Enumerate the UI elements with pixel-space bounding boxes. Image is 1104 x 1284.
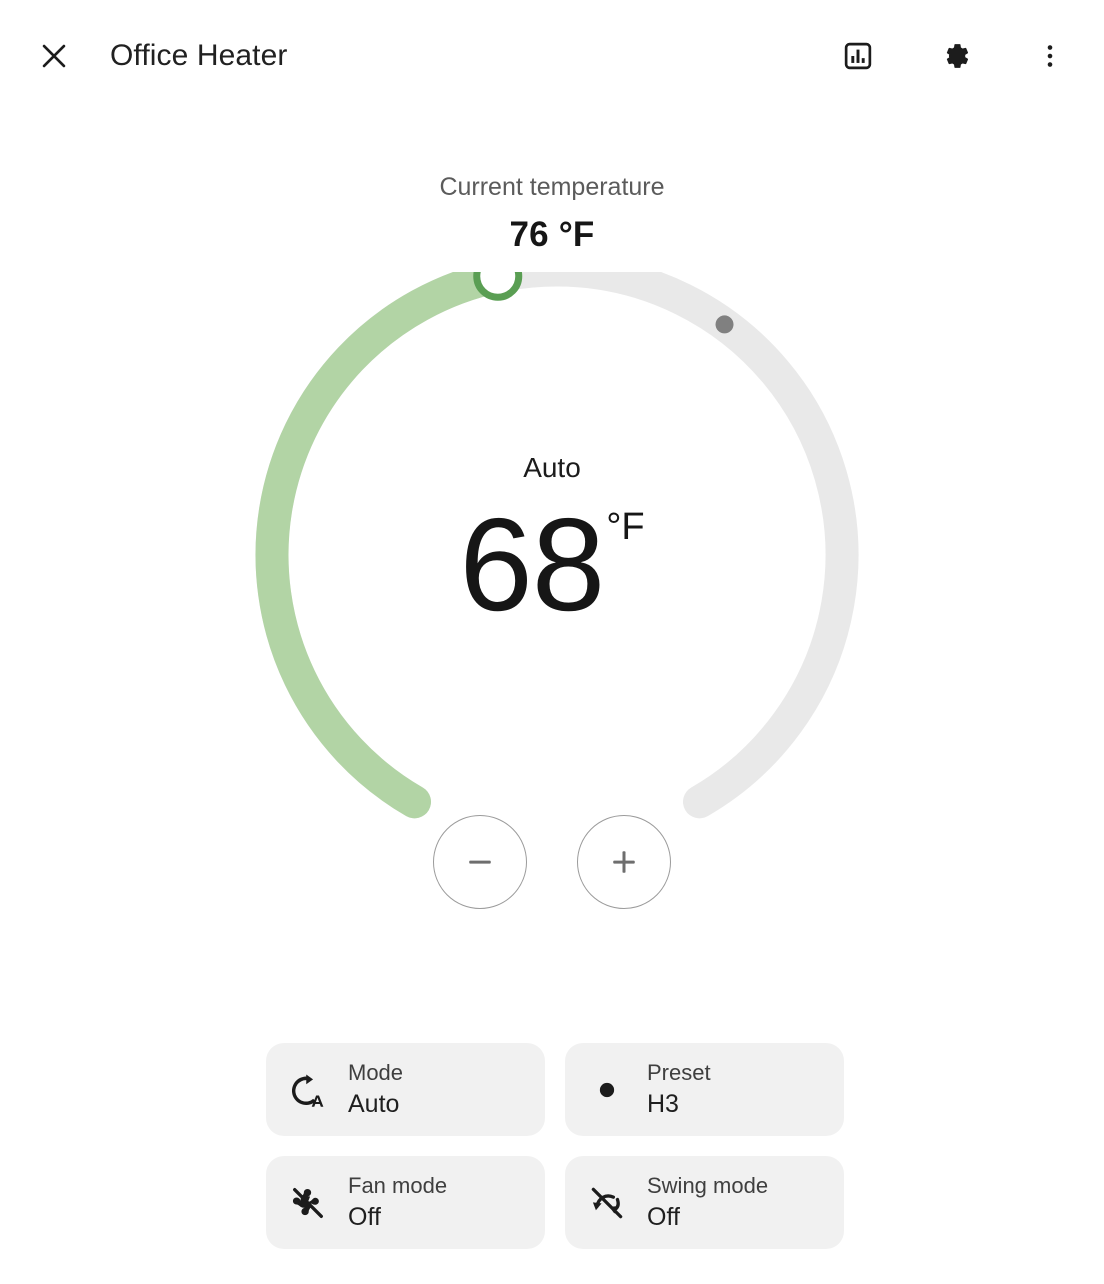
dial-active-arc [255,272,515,819]
control-chips: Mode Auto Preset H3 Fan mode Off Swing m… [266,1043,844,1249]
mode-chip[interactable]: Mode Auto [266,1043,545,1136]
swing-mode-chip[interactable]: Swing mode Off [565,1156,844,1249]
thermostat-dial[interactable]: Auto 68 °F [0,272,1104,909]
gear-icon [946,44,969,68]
swing-mode-chip-text: Swing mode Off [647,1173,768,1232]
fan-mode-chip-text: Fan mode Off [348,1173,447,1232]
preset-chip[interactable]: Preset H3 [565,1043,844,1136]
close-icon [42,44,66,68]
dial-svg [255,272,859,819]
current-temperature-block: Current temperature 76 °F [0,173,1104,254]
plus-icon [613,851,635,873]
preset-chip-value: H3 [647,1089,679,1118]
target-temperature-handle[interactable] [473,272,523,301]
history-button[interactable] [832,30,884,82]
mode-chip-value: Auto [348,1089,400,1118]
dialog-header: Office Heater [0,0,1104,112]
fan-off-icon [288,1183,328,1223]
fan-mode-chip[interactable]: Fan mode Off [266,1156,545,1249]
swing-mode-chip-value: Off [647,1202,680,1231]
swing-off-icon [587,1183,627,1223]
preset-chip-label: Preset [647,1059,711,1085]
current-temperature-marker [715,315,734,334]
dots-vertical-icon [1047,45,1053,67]
preset-chip-text: Preset H3 [647,1060,711,1119]
settings-button[interactable] [928,30,980,82]
temperature-stepper [0,815,1104,909]
swing-mode-chip-label: Swing mode [647,1172,769,1198]
mode-chip-text: Mode Auto [348,1060,403,1119]
page-title: Office Heater [110,39,288,72]
mode-chip-label: Mode [348,1059,404,1085]
close-button[interactable] [30,32,78,80]
fan-mode-chip-value: Off [348,1202,381,1231]
current-temperature-value: 76 °F [509,214,595,254]
minus-icon [469,860,491,864]
current-temperature-label: Current temperature [439,173,665,201]
fan-mode-chip-label: Fan mode [348,1172,448,1198]
increase-temperature-button[interactable] [577,815,671,909]
more-options-button[interactable] [1024,30,1076,82]
chart-box-icon [844,42,872,70]
decrease-temperature-button[interactable] [433,815,527,909]
thermostat-auto-icon [288,1070,328,1110]
circle-dot-icon [587,1070,627,1110]
